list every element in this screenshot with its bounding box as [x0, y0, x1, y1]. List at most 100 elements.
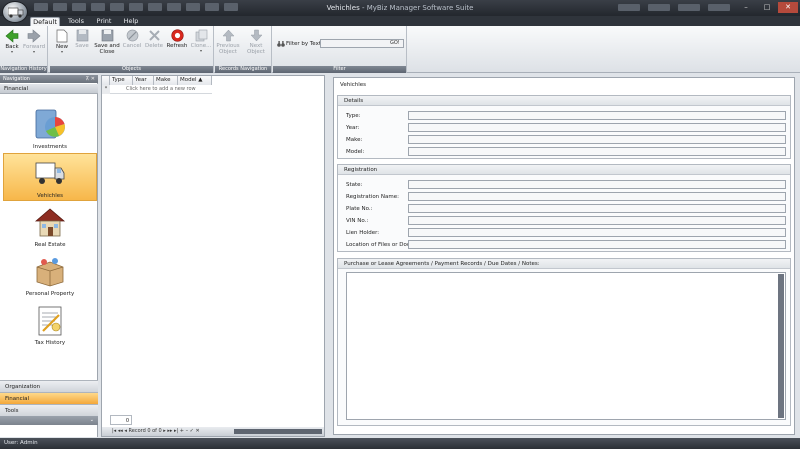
type-field[interactable] [408, 111, 786, 120]
grid-header: Type Year Make Model ▲ [102, 76, 212, 85]
clone-button[interactable]: Clone... ▾ [189, 29, 213, 53]
filter-by-text-label: Filter by Text [286, 41, 321, 47]
next-object-button[interactable]: Next Object [241, 29, 271, 55]
tab-default[interactable]: Default [30, 17, 60, 26]
previous-object-button[interactable]: Previous Object [216, 29, 240, 55]
go-button[interactable]: GO! [390, 40, 400, 46]
new-row[interactable]: * Click here to add a new row [102, 85, 212, 94]
status-bar: User: Admin [0, 438, 800, 449]
make-label: Make: [346, 137, 363, 143]
title-bar-tool[interactable] [678, 4, 700, 11]
house-icon [34, 208, 66, 237]
save-close-icon [101, 29, 113, 42]
year-label: Year: [346, 125, 360, 131]
nav-category-tools[interactable]: Tools [0, 404, 98, 416]
lien-holder-field[interactable] [408, 228, 786, 237]
nav-category-financial[interactable]: Financial [0, 392, 98, 404]
tab-tools[interactable]: Tools [64, 17, 88, 26]
year-field[interactable] [408, 123, 786, 132]
title-bar-tool[interactable] [618, 4, 640, 11]
delete-icon [148, 30, 160, 41]
nav-item-investments[interactable]: Investments [3, 105, 97, 153]
vertical-scrollbar[interactable] [778, 274, 784, 418]
title-bar-tool[interactable] [708, 4, 730, 11]
notes-textarea[interactable] [346, 272, 786, 420]
nav-item-label: Tax History [34, 340, 66, 346]
nav-item-label: Real Estate [34, 242, 66, 248]
make-field[interactable] [408, 135, 786, 144]
navigation-categories: Organization Financial Tools ⌄ [0, 380, 98, 425]
column-header-model[interactable]: Model ▲ [178, 76, 212, 85]
state-label: State: [346, 182, 363, 188]
forward-button[interactable]: Forward ▾ [23, 29, 45, 54]
delete-button[interactable]: Delete [144, 29, 164, 49]
cancel-icon [126, 29, 138, 42]
registration-name-field[interactable] [408, 192, 786, 201]
tab-print[interactable]: Print [92, 17, 116, 26]
navigation-header-label: Navigation [3, 76, 30, 82]
record-navigator[interactable]: |◂ ◂◂ ◂ Record 0 of 0 ▸ ▸▸ ▸| + – ✓ ✕ [102, 427, 324, 436]
nav-item-vehichles[interactable]: Vehichles [3, 153, 97, 201]
refresh-button[interactable]: Refresh [166, 29, 188, 49]
location-of-files-field[interactable] [408, 240, 786, 249]
notes-section-title: Purchase or Lease Agreements / Payment R… [338, 259, 790, 269]
new-button[interactable]: New ▾ [53, 29, 71, 54]
nav-section-title: Financial [0, 84, 98, 94]
app-menu-button[interactable] [2, 1, 28, 23]
chevron-down-icon: ▾ [60, 49, 63, 54]
back-button[interactable]: Back ▾ [3, 29, 21, 54]
arrow-up-icon [221, 29, 235, 42]
save-button[interactable]: Save [73, 29, 91, 49]
navigation-header-buttons[interactable]: ⊼ ✕ [86, 75, 95, 83]
filter-label: Filter [273, 66, 406, 73]
clone-icon [195, 29, 207, 42]
plate-no-field[interactable] [408, 204, 786, 213]
status-user: User: Admin [4, 440, 38, 446]
records-grid: Type Year Make Model ▲ * Click here to a… [101, 75, 325, 437]
type-label: Type: [346, 113, 361, 119]
navigation-pane: Navigation ⊼ ✕ Financial Investments Veh… [0, 75, 98, 437]
nav-item-label: Investments [32, 144, 68, 150]
column-header-type[interactable]: Type [110, 76, 133, 85]
title-bar: Vehichles - MyBiz Manager Software Suite… [0, 0, 800, 23]
nav-item-real-estate[interactable]: Real Estate [3, 203, 97, 251]
nav-item-personal-property[interactable]: Personal Property [3, 252, 97, 300]
binoculars-icon [277, 41, 285, 47]
title-bar-tool[interactable] [648, 4, 670, 11]
nav-item-tax-history[interactable]: Tax History [3, 301, 97, 349]
previous-label-line2: Object [219, 49, 237, 55]
nav-item-label: Vehichles [36, 193, 64, 199]
save-and-close-button[interactable]: Save and Close [93, 29, 121, 55]
close-button[interactable]: ✕ [778, 2, 798, 13]
new-row-marker: * [102, 85, 110, 94]
ribbon: Back ▾ Forward ▾ Navigation History New … [0, 26, 800, 73]
column-header-make[interactable]: Make [154, 76, 178, 85]
cancel-button[interactable]: Cancel [122, 29, 142, 49]
minimize-button[interactable]: – [736, 2, 756, 13]
next-label: Next Object [247, 43, 265, 55]
new-document-icon [56, 29, 68, 43]
state-field[interactable] [408, 180, 786, 189]
model-label: Model: [346, 149, 365, 155]
details-section: Details Type: Year: Make: Model: [337, 95, 791, 159]
location-of-files-label: Location of Files or Docs: [346, 242, 415, 248]
records-navigation-label: Records Navigation [215, 66, 271, 73]
registration-section-title: Registration [338, 165, 790, 175]
nav-category-organization[interactable]: Organization [0, 380, 98, 392]
chevron-down-icon: ▾ [32, 49, 35, 54]
lien-holder-label: Lien Holder: [346, 230, 380, 236]
chevron-down-icon[interactable]: ⌄ [0, 416, 98, 425]
plate-no-label: Plate No.: [346, 206, 373, 212]
tab-help[interactable]: Help [120, 17, 142, 26]
objects-group: New ▾ Save Save and Close Cancel Delete … [50, 26, 214, 73]
chevron-down-icon: ▾ [199, 48, 202, 53]
maximize-button[interactable]: □ [757, 2, 777, 13]
column-header-year[interactable]: Year [133, 76, 154, 85]
arrow-down-icon [249, 29, 263, 42]
horizontal-scrollbar[interactable] [234, 429, 322, 434]
navigation-history-label: Navigation History [0, 66, 47, 73]
model-field[interactable] [408, 147, 786, 156]
navigation-header: Navigation ⊼ ✕ [0, 75, 98, 83]
vin-no-field[interactable] [408, 216, 786, 225]
window-controls: – □ ✕ [736, 2, 798, 13]
